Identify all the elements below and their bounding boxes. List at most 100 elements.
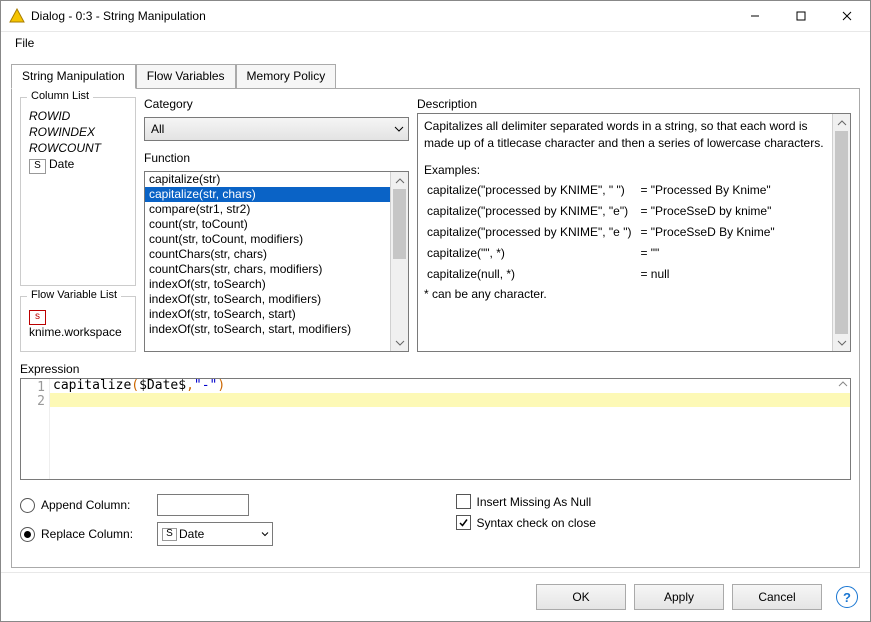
insert-missing-row: Insert Missing As Null — [456, 494, 852, 509]
code-line-current[interactable] — [50, 393, 850, 407]
tab-panel: Column List ROWID ROWINDEX ROWCOUNT SDat… — [11, 88, 860, 568]
options-right: Insert Missing As Null Syntax check on c… — [416, 494, 852, 546]
chevron-up-icon[interactable] — [838, 381, 848, 387]
column-name: Date — [49, 157, 74, 171]
replace-radio[interactable] — [20, 527, 35, 542]
titlebar: Dialog - 0:3 - String Manipulation — [1, 1, 870, 32]
minimize-button[interactable] — [732, 1, 778, 31]
function-item[interactable]: capitalize(str) — [145, 172, 391, 187]
menu-file[interactable]: File — [9, 34, 40, 52]
description-col: Description Capitalizes all delimiter se… — [417, 97, 851, 352]
list-item: ROWID — [27, 108, 129, 124]
examples-heading: Examples: — [424, 162, 827, 179]
flow-variable-title: Flow Variable List — [27, 289, 121, 301]
expression-section: Expression 1 2 capitalize($Date$,"-") — [20, 362, 851, 480]
expression-editor[interactable]: 1 2 capitalize($Date$,"-") — [20, 378, 851, 480]
tab-row: String Manipulation Flow Variables Memor… — [11, 64, 860, 88]
tab-memory-policy[interactable]: Memory Policy — [236, 64, 337, 89]
chevron-down-icon[interactable] — [833, 334, 850, 351]
category-label: Category — [144, 97, 409, 111]
dialog-window: Dialog - 0:3 - String Manipulation File … — [0, 0, 871, 622]
function-item[interactable]: count(str, toCount, modifiers) — [145, 232, 391, 247]
tab-flow-variables[interactable]: Flow Variables — [136, 64, 236, 89]
column-list[interactable]: ROWID ROWINDEX ROWCOUNT SDate — [27, 108, 129, 279]
apply-button[interactable]: Apply — [634, 584, 724, 610]
menubar: File — [1, 32, 870, 54]
scrollbar[interactable] — [832, 114, 850, 351]
flowvar-name: knime.workspace — [29, 325, 122, 339]
function-item[interactable]: countChars(str, chars) — [145, 247, 391, 262]
cancel-button[interactable]: Cancel — [732, 584, 822, 610]
content-area: String Manipulation Flow Variables Memor… — [1, 54, 870, 572]
scrollbar-thumb[interactable] — [393, 189, 406, 259]
examples-table: capitalize("processed by KNIME", " ")= "… — [424, 179, 783, 286]
replace-value: Date — [179, 527, 204, 541]
chevron-up-icon[interactable] — [833, 114, 850, 131]
function-item[interactable]: count(str, toCount) — [145, 217, 391, 232]
example-row: capitalize(null, *)= null — [426, 265, 781, 284]
list-item: ROWINDEX — [27, 124, 129, 140]
code-line[interactable]: capitalize($Date$,"-") — [50, 379, 850, 393]
options-left: Append Column: Replace Column: S Date — [20, 494, 416, 546]
list-item[interactable]: sknime.workspace — [27, 307, 129, 340]
function-item[interactable]: indexOf(str, toSearch) — [145, 277, 391, 292]
chevron-down-icon — [394, 126, 404, 132]
left-column: Column List ROWID ROWINDEX ROWCOUNT SDat… — [20, 97, 136, 352]
function-item[interactable]: capitalize(str, chars) — [145, 187, 391, 202]
example-row: capitalize("", *)= "" — [426, 244, 781, 263]
insert-missing-checkbox[interactable] — [456, 494, 471, 509]
replace-row: Replace Column: S Date — [20, 522, 416, 546]
function-item[interactable]: compare(str1, str2) — [145, 202, 391, 217]
function-item[interactable]: indexOf(str, toSearch, start, modifiers) — [145, 322, 391, 337]
example-row: capitalize("processed by KNIME", "e")= "… — [426, 202, 781, 221]
function-label: Function — [144, 151, 409, 165]
app-icon — [9, 8, 25, 24]
chevron-down-icon[interactable] — [391, 334, 408, 351]
description-content: Capitalizes all delimiter separated word… — [424, 118, 827, 303]
category-function-col: Category All Function capitalize(str)cap… — [144, 97, 409, 352]
flow-variable-list[interactable]: sknime.workspace — [27, 307, 129, 345]
window-buttons — [732, 1, 870, 31]
column-list-title: Column List — [27, 90, 93, 102]
category-value: All — [151, 122, 164, 136]
chevron-up-icon[interactable] — [391, 172, 408, 189]
function-item[interactable]: indexOf(str, toSearch, start) — [145, 307, 391, 322]
category-dropdown[interactable]: All — [144, 117, 409, 141]
line-gutter: 1 2 — [21, 379, 50, 479]
scrollbar-thumb[interactable] — [835, 131, 848, 334]
help-icon[interactable]: ? — [836, 586, 858, 608]
example-row: capitalize("processed by KNIME", "e ")= … — [426, 223, 781, 242]
append-radio[interactable] — [20, 498, 35, 513]
maximize-button[interactable] — [778, 1, 824, 31]
replace-column-dropdown[interactable]: S Date — [157, 522, 273, 546]
append-column-input[interactable] — [157, 494, 249, 516]
string-type-icon: S — [162, 528, 177, 541]
list-item[interactable]: SDate — [27, 156, 129, 175]
append-row: Append Column: — [20, 494, 416, 516]
bottom-options: Append Column: Replace Column: S Date — [20, 494, 851, 546]
ok-button[interactable]: OK — [536, 584, 626, 610]
right-column: Category All Function capitalize(str)cap… — [144, 97, 851, 352]
code-area[interactable]: capitalize($Date$,"-") — [50, 379, 850, 479]
footer: OK Apply Cancel ? — [1, 572, 870, 621]
replace-label: Replace Column: — [41, 527, 151, 541]
example-row: capitalize("processed by KNIME", " ")= "… — [426, 181, 781, 200]
description-box: Capitalizes all delimiter separated word… — [417, 113, 851, 352]
top-row: Column List ROWID ROWINDEX ROWCOUNT SDat… — [20, 97, 851, 352]
string-type-icon: S — [29, 159, 46, 174]
flow-variable-panel: Flow Variable List sknime.workspace — [20, 296, 136, 352]
description-intro: Capitalizes all delimiter separated word… — [424, 118, 827, 152]
tab-string-manipulation[interactable]: String Manipulation — [11, 64, 136, 89]
insert-missing-label: Insert Missing As Null — [477, 495, 592, 509]
scrollbar[interactable] — [390, 172, 408, 351]
function-list[interactable]: capitalize(str)capitalize(str, chars)com… — [145, 172, 391, 351]
close-button[interactable] — [824, 1, 870, 31]
window-title: Dialog - 0:3 - String Manipulation — [31, 9, 732, 23]
syntax-check-checkbox[interactable] — [456, 515, 471, 530]
append-label: Append Column: — [41, 498, 151, 512]
function-item[interactable]: countChars(str, chars, modifiers) — [145, 262, 391, 277]
function-item[interactable]: indexOf(str, toSearch, modifiers) — [145, 292, 391, 307]
description-label: Description — [417, 97, 851, 111]
expression-label: Expression — [20, 362, 851, 376]
syntax-check-row: Syntax check on close — [456, 515, 852, 530]
